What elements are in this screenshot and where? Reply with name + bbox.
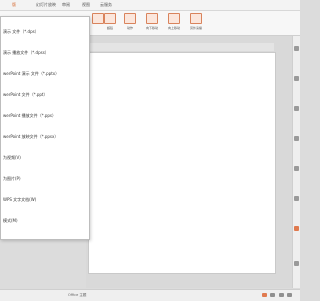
menu-item-template[interactable]: 模式(M) xyxy=(1,216,87,225)
tab-file[interactable]: 版 xyxy=(12,2,16,8)
menu-item-video[interactable]: 为视频(V) xyxy=(1,153,87,162)
ribbon-tab-bar: 版 幻灯片放映 审阅 视图 云服务 xyxy=(0,0,300,11)
normal-view-icon[interactable] xyxy=(262,293,268,297)
status-bar: Office 主题 xyxy=(0,289,300,301)
side-tool-icon[interactable] xyxy=(294,261,299,266)
slide-header-strip xyxy=(88,43,274,51)
menu-item-ppt[interactable]: werPoint 文件（*.ppt） xyxy=(1,90,87,99)
ribbon-tool-play[interactable]: 另外演播 xyxy=(186,13,206,30)
slide-canvas[interactable] xyxy=(88,52,276,274)
side-tool-icon[interactable] xyxy=(294,46,299,51)
menu-item-pps[interactable]: werPoint 播放文件（*.pps） xyxy=(1,111,87,120)
menu-item-dpss[interactable]: 演示 播放文件（*.dpss） xyxy=(1,48,87,57)
menu-item-ppsx[interactable]: werPoint 放映文件（*.ppsx） xyxy=(1,132,87,141)
theme-status: Office 主题 xyxy=(68,293,87,297)
action-icon xyxy=(124,13,136,24)
side-tool-icon[interactable] xyxy=(294,106,299,111)
side-tool-icon[interactable] xyxy=(294,136,299,141)
view-controls xyxy=(260,293,292,298)
tab-review[interactable]: 审阅 xyxy=(62,2,70,8)
side-tool-icon[interactable] xyxy=(294,196,299,201)
ribbon-tool-move-up[interactable]: 向上移动 xyxy=(164,13,184,30)
ribbon-tool-hyperlink[interactable]: 超链 xyxy=(100,13,120,30)
move-up-icon xyxy=(168,13,180,24)
menu-item-image[interactable]: 为图片(P) xyxy=(1,174,87,183)
tab-view[interactable]: 视图 xyxy=(82,2,90,8)
side-tool-icon[interactable] xyxy=(294,166,299,171)
reading-view-icon[interactable] xyxy=(278,293,284,297)
tab-slideshow[interactable]: 幻灯片放映 xyxy=(36,2,56,8)
tab-cloud-service[interactable]: 云服务 xyxy=(100,2,112,8)
ribbon-tool-action[interactable]: 动作 xyxy=(120,13,140,30)
menu-item-pptx[interactable]: werPoint 演示 文件（*.pptx） xyxy=(1,69,87,78)
move-down-icon xyxy=(146,13,158,24)
save-as-menu: 演示 文件（*.dps） 演示 播放文件（*.dpss） werPoint 演示… xyxy=(0,16,90,240)
side-tool-icon[interactable] xyxy=(294,226,299,231)
ribbon-tool-move-down[interactable]: 向下移动 xyxy=(142,13,162,30)
zoom-icon[interactable] xyxy=(287,293,292,297)
menu-item-dps[interactable]: 演示 文件（*.dps） xyxy=(1,27,87,36)
menu-item-wps-doc[interactable]: WPS 文字文档(W) xyxy=(1,195,87,204)
sorter-view-icon[interactable] xyxy=(270,293,276,297)
side-tool-icon[interactable] xyxy=(294,76,299,81)
right-side-toolbar xyxy=(292,36,300,288)
play-icon xyxy=(190,13,202,24)
hyperlink-icon xyxy=(104,13,116,24)
